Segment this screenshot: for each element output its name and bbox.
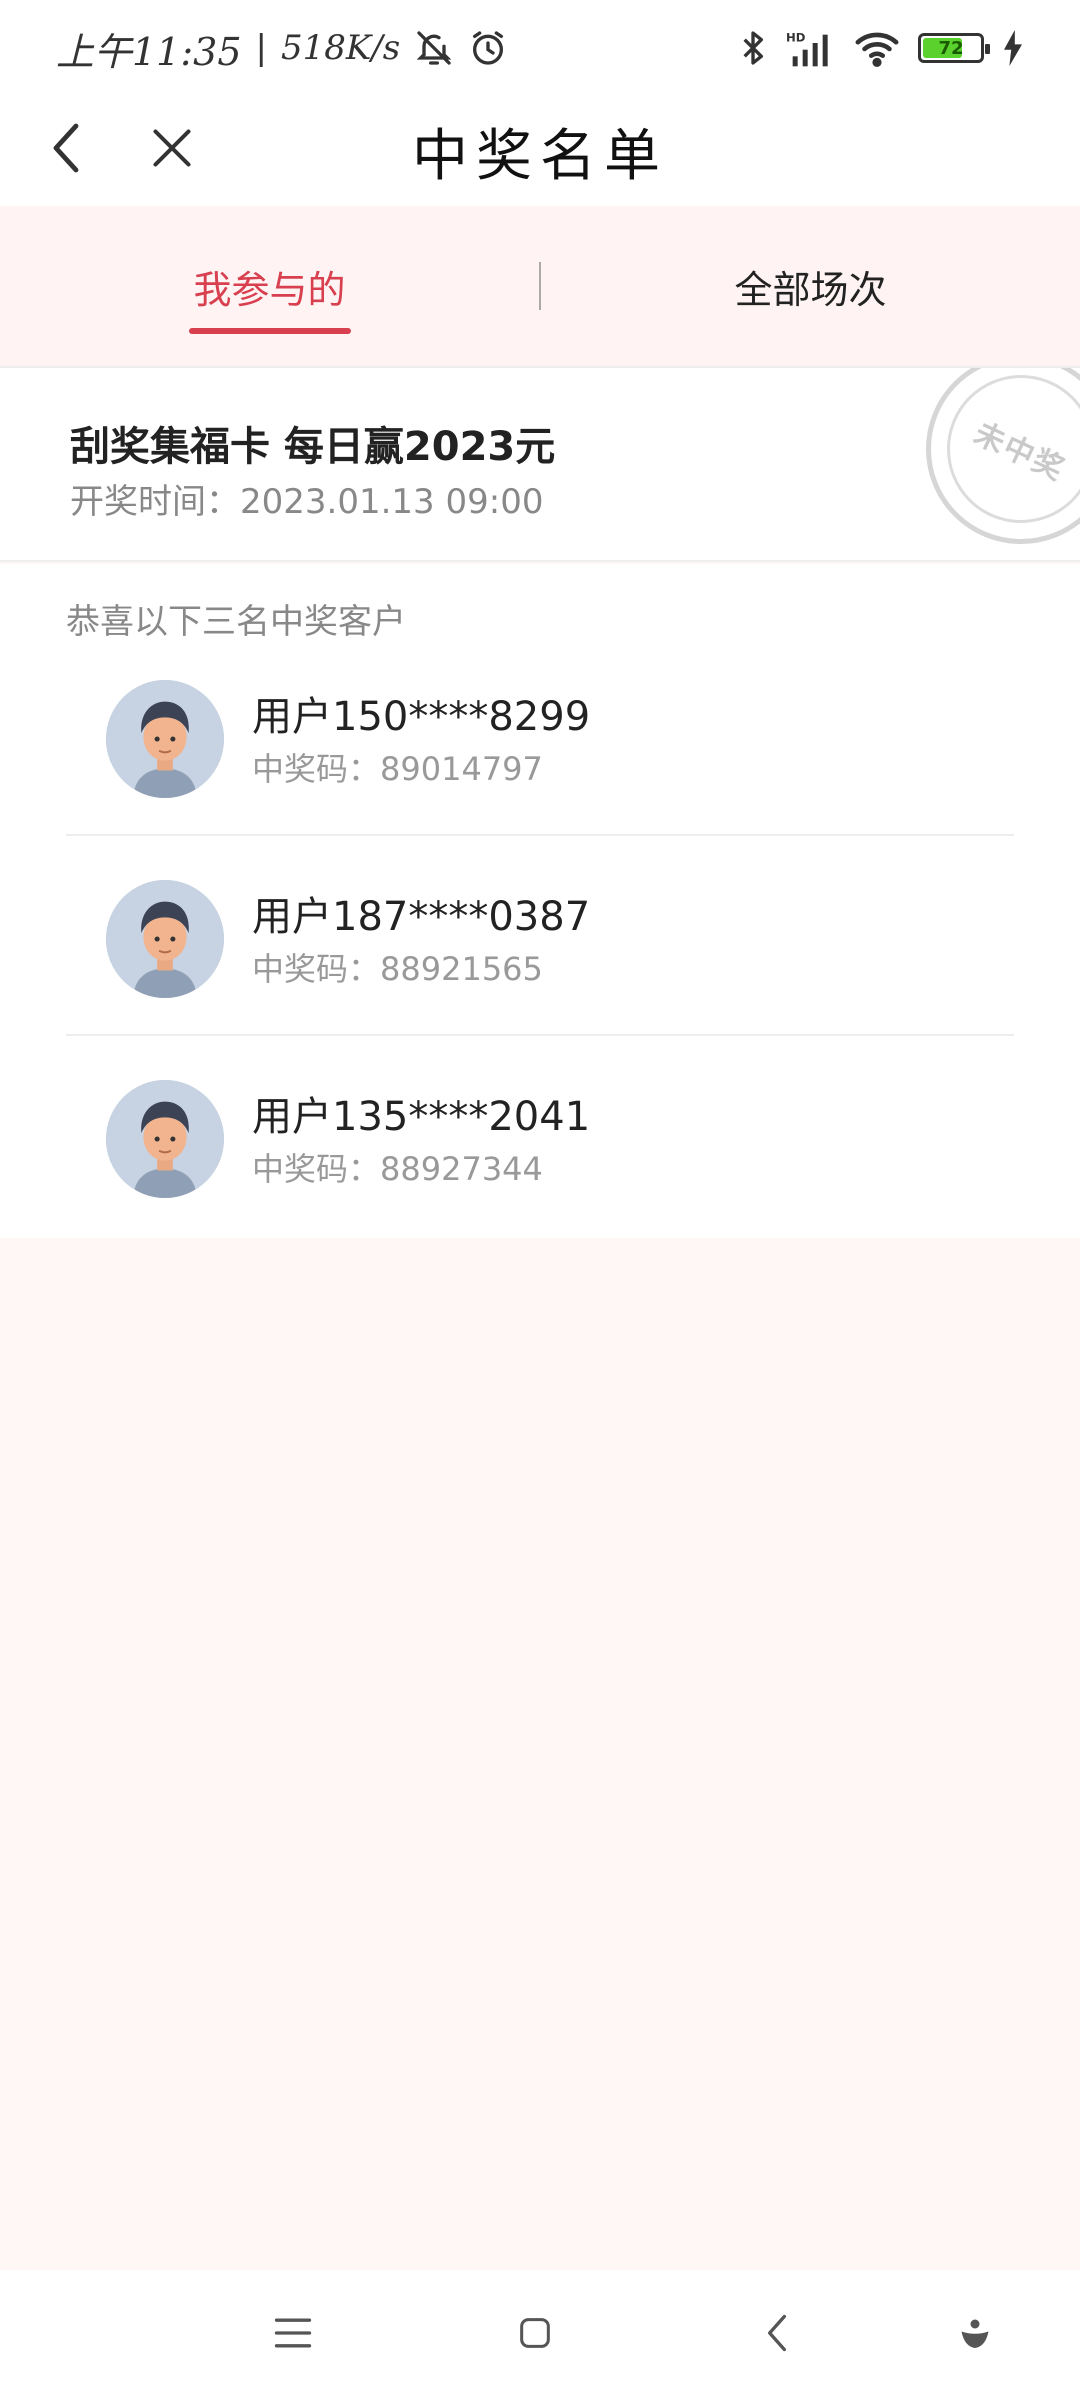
status-time: 上午11:35 bbox=[56, 29, 242, 74]
status-right: HD 72 bbox=[738, 28, 1024, 68]
winner-name: 用户135****2041 bbox=[252, 1094, 591, 1140]
avatar bbox=[106, 1080, 224, 1198]
code-label: 中奖码： bbox=[252, 950, 381, 988]
winners-section: 恭喜以下三名中奖客户 用户150****8299 中奖码：89014797 用户… bbox=[0, 564, 1080, 1238]
code-label: 中奖码： bbox=[252, 750, 381, 788]
winner-name: 用户187****0387 bbox=[252, 894, 591, 940]
code-value: 88921565 bbox=[380, 950, 543, 988]
back-nav-button[interactable] bbox=[742, 2300, 812, 2370]
hd-signal-icon: HD bbox=[786, 28, 836, 68]
assistant-button[interactable] bbox=[940, 2300, 1010, 2370]
charging-icon bbox=[1002, 30, 1024, 66]
home-button[interactable] bbox=[500, 2300, 570, 2370]
back-nav-icon bbox=[762, 2311, 792, 2359]
active-tab-indicator bbox=[188, 328, 351, 334]
home-icon bbox=[515, 2313, 555, 2357]
mute-bell-icon bbox=[414, 28, 454, 68]
stamp-inner-ring: 未中奖 bbox=[947, 375, 1080, 523]
system-nav-bar bbox=[0, 2270, 1080, 2400]
page: 上午11:35 | 518K/s HD 72 中奖名单 我参与的 全部场次 刮奖… bbox=[0, 0, 1080, 2400]
status-separator: | bbox=[255, 28, 267, 68]
draw-time-value: 2023.01.13 09:00 bbox=[240, 482, 544, 522]
code-label: 中奖码： bbox=[252, 1150, 381, 1188]
not-won-stamp: 未中奖 bbox=[926, 368, 1080, 544]
winner-name: 用户150****8299 bbox=[252, 694, 591, 740]
bluetooth-icon bbox=[738, 28, 768, 68]
back-button[interactable] bbox=[36, 118, 100, 182]
event-title: 刮奖集福卡 每日赢2023元 bbox=[70, 424, 556, 470]
net-speed: 518K/s bbox=[280, 28, 401, 68]
svg-text:HD: HD bbox=[786, 30, 806, 44]
battery-icon: 72 bbox=[918, 33, 990, 63]
assistant-icon bbox=[957, 2315, 993, 2355]
alarm-icon bbox=[468, 28, 508, 68]
stamp-text: 未中奖 bbox=[968, 416, 1071, 489]
winner-row: 用户150****8299 中奖码：89014797 bbox=[66, 638, 1014, 836]
back-icon bbox=[48, 120, 88, 180]
draw-time-label: 开奖时间： bbox=[70, 482, 240, 522]
winners-heading: 恭喜以下三名中奖客户 bbox=[66, 602, 406, 642]
status-bar: 上午11:35 | 518K/s HD 72 bbox=[0, 0, 1080, 96]
avatar bbox=[106, 680, 224, 798]
header: 中奖名单 bbox=[0, 96, 1080, 206]
wifi-icon bbox=[854, 28, 900, 68]
event-card: 刮奖集福卡 每日赢2023元 开奖时间：2023.01.13 09:00 未中奖 bbox=[0, 366, 1080, 562]
winner-code: 中奖码：88921565 bbox=[252, 944, 543, 990]
tab-label: 我参与的 bbox=[193, 267, 346, 312]
code-value: 89014797 bbox=[380, 750, 543, 788]
winner-code: 中奖码：88927344 bbox=[252, 1144, 543, 1190]
close-button[interactable] bbox=[140, 118, 204, 182]
close-icon bbox=[150, 126, 194, 174]
menu-icon bbox=[271, 2313, 315, 2357]
winner-row: 用户187****0387 中奖码：88921565 bbox=[66, 838, 1014, 1036]
status-left: 上午11:35 | 518K/s bbox=[56, 21, 508, 76]
avatar bbox=[106, 880, 224, 998]
event-draw-time: 开奖时间：2023.01.13 09:00 bbox=[70, 474, 543, 523]
tab-my-participations[interactable]: 我参与的 bbox=[0, 206, 539, 366]
tab-bar: 我参与的 全部场次 bbox=[0, 206, 1080, 366]
winner-code: 中奖码：89014797 bbox=[252, 744, 543, 790]
tab-all-sessions[interactable]: 全部场次 bbox=[541, 206, 1080, 366]
tab-label: 全部场次 bbox=[734, 267, 887, 312]
battery-level: 72 bbox=[938, 37, 964, 59]
menu-button[interactable] bbox=[258, 2300, 328, 2370]
code-value: 88927344 bbox=[380, 1150, 543, 1188]
winner-row: 用户135****2041 中奖码：88927344 bbox=[66, 1038, 1014, 1236]
